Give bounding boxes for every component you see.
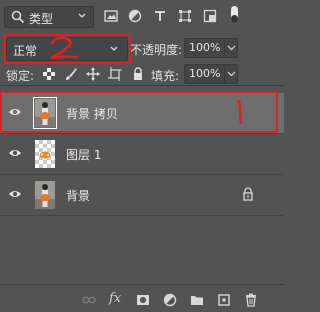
link-layers-icon[interactable]	[82, 293, 96, 307]
layer-name: 背景 拷贝	[66, 107, 118, 121]
fill-dropdown-button[interactable]	[224, 65, 237, 83]
layer-name: 图层 1	[66, 148, 102, 162]
blend-row: 正常 不透明度: 100%	[0, 34, 284, 64]
eye-icon[interactable]	[8, 188, 22, 200]
opacity-input[interactable]: 100%	[184, 38, 238, 58]
filter-row: 类型	[0, 0, 284, 34]
layer-style-icon[interactable]: fx	[109, 291, 121, 306]
eye-icon[interactable]	[8, 147, 22, 159]
lock-image-pixels-icon[interactable]	[64, 67, 78, 81]
fill-label: 填充:	[151, 69, 180, 83]
chevron-down-icon	[227, 45, 236, 51]
layers-panel: 类型 正常 不透明度: 100% 锁定: 填充: 100% 背景 拷贝 图层 1…	[0, 0, 284, 312]
fill-input[interactable]: 100%	[184, 64, 238, 84]
eye-icon[interactable]	[8, 106, 22, 118]
opacity-label: 不透明度:	[130, 43, 183, 57]
chevron-down-icon	[110, 46, 118, 51]
lock-label: 锁定:	[6, 69, 35, 83]
bottom-toolbar: fx	[0, 284, 284, 312]
photo-thumbnail-icon	[35, 181, 55, 209]
layer-thumbnail	[35, 140, 55, 168]
filter-kind-label: 类型	[29, 12, 54, 26]
chevron-down-icon	[78, 13, 86, 18]
layer-thumbnail	[35, 181, 55, 209]
new-adjustment-layer-icon[interactable]	[163, 293, 177, 307]
lock-artboard-icon[interactable]	[108, 67, 122, 81]
photo-thumbnail-icon	[35, 99, 55, 127]
lock-icon[interactable]	[242, 187, 254, 201]
add-mask-icon[interactable]	[136, 293, 150, 307]
new-group-icon[interactable]	[190, 293, 204, 307]
layer-thumbnail	[33, 97, 57, 129]
lock-row: 锁定: 填充: 100%	[0, 64, 284, 86]
new-layer-icon[interactable]	[217, 293, 231, 307]
filter-kind-select[interactable]: 类型	[4, 6, 94, 28]
layer-name: 背景	[66, 189, 91, 203]
layer-row[interactable]: 图层 1	[0, 134, 284, 174]
smart-object-filter-icon[interactable]	[203, 9, 217, 23]
shape-filter-icon[interactable]	[178, 9, 192, 23]
lock-position-icon[interactable]	[86, 67, 100, 81]
layer-row[interactable]: 背景 拷贝	[0, 93, 284, 133]
transparent-thumbnail-icon	[39, 151, 51, 159]
blend-mode-select[interactable]: 正常	[6, 37, 128, 61]
image-filter-icon[interactable]	[104, 9, 118, 23]
opacity-value: 100%	[189, 41, 221, 54]
delete-layer-icon[interactable]	[244, 293, 258, 307]
layer-row[interactable]: 背景	[0, 175, 284, 215]
type-filter-icon[interactable]	[153, 9, 167, 23]
opacity-dropdown-button[interactable]	[224, 39, 237, 57]
search-icon	[11, 10, 25, 24]
divider	[0, 215, 284, 216]
lock-transparent-pixels-icon[interactable]	[42, 67, 56, 81]
chevron-down-icon	[227, 71, 236, 77]
filter-toggle-switch[interactable]	[231, 6, 238, 23]
fill-value: 100%	[189, 67, 221, 80]
lock-all-icon[interactable]	[131, 67, 145, 81]
adjustment-filter-icon[interactable]	[128, 9, 142, 23]
blend-mode-value: 正常	[13, 44, 38, 58]
